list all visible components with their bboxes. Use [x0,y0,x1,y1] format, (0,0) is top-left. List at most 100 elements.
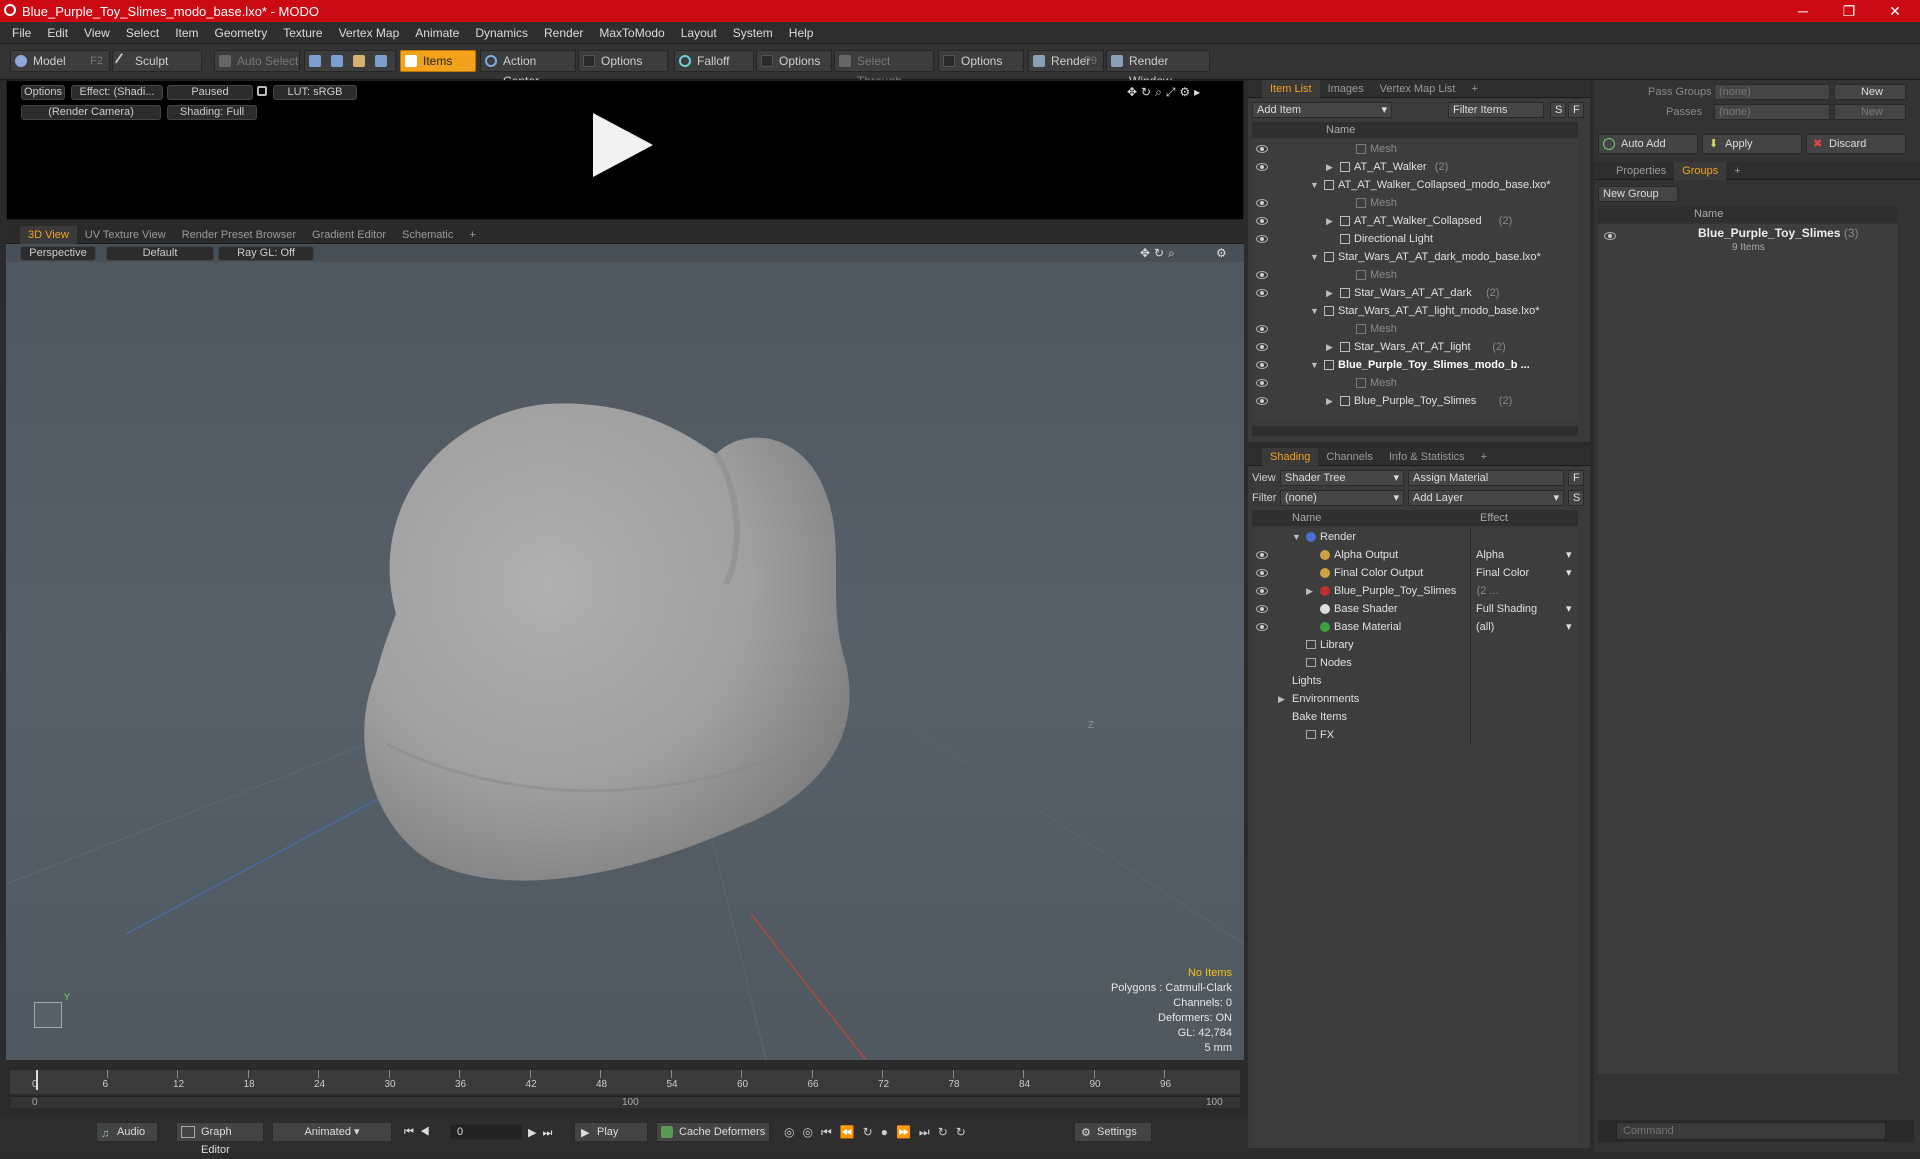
view-dropdown[interactable]: Shader Tree ▾ [1280,470,1404,486]
vertices-mode-icon[interactable] [309,55,321,67]
item-list-row[interactable]: ▼ AT_AT_Walker_Collapsed_modo_base.lxo* [1252,176,1578,194]
menu-vertex-map[interactable]: Vertex Map [331,26,408,40]
item-list-row[interactable]: Mesh [1252,320,1578,338]
visibility-eye-icon[interactable] [1256,343,1268,351]
play-icon[interactable] [593,113,653,177]
tab-info-statistics[interactable]: Info & Statistics [1381,448,1473,466]
play-button[interactable]: ▶ Play [574,1122,648,1142]
item-list-row[interactable]: ▼ Star_Wars_AT_AT_dark_modo_base.lxo* [1252,248,1578,266]
shading-f-button[interactable]: F [1568,470,1584,486]
filter-dropdown[interactable]: (none) ▾ [1280,490,1404,506]
item-f-button[interactable]: F [1568,102,1584,118]
transport-prev-icons[interactable]: ⏮◀ [404,1126,436,1139]
expand-arrow-icon[interactable]: ▶ [1326,212,1333,230]
add-tab-button[interactable]: + [1473,448,1495,466]
select-options-button[interactable]: Options [938,50,1024,72]
tab-groups[interactable]: Groups [1674,161,1727,180]
visibility-eye-icon[interactable] [1256,325,1268,333]
item-list-row[interactable]: ▶ Blue_Purple_Toy_Slimes (2) [1252,392,1578,410]
discard-button[interactable]: ✖ Discard [1806,134,1906,154]
timeline[interactable]: 0 6 12 18 24 30 36 42 48 54 60 66 72 78 84 90 96 0 100 1… [6,1066,1244,1112]
visibility-eye-icon[interactable] [1256,289,1268,297]
action-center-button[interactable]: Action Center [480,50,576,88]
menu-maxtomodo[interactable]: MaxToModo [591,26,672,40]
expand-arrow-icon[interactable]: ▶ [1326,158,1333,176]
item-list-row[interactable]: ▼ Star_Wars_AT_AT_light_modo_base.lxo* [1252,302,1578,320]
visibility-eye-icon[interactable] [1256,361,1268,369]
range-bar[interactable]: 0 100 100 [10,1096,1240,1108]
falloff-options-button[interactable]: Options [756,50,832,72]
shader-tree-row[interactable]: Base Shader Full Shading ▾ [1252,600,1578,618]
expand-arrow-icon[interactable]: ▶ [1306,582,1313,600]
item-list-row[interactable]: Mesh [1252,374,1578,392]
auto-select-button[interactable]: Auto Select [214,50,300,72]
effect-dropdown-icon[interactable]: ▾ [1566,546,1572,564]
menu-help[interactable]: Help [781,26,822,40]
tab-render-preset-browser[interactable]: Render Preset Browser [174,226,304,244]
expand-arrow-icon[interactable]: ▶ [1278,690,1285,708]
command-input[interactable] [1616,1122,1886,1140]
tab-vertex-map-list[interactable]: Vertex Map List [1372,80,1464,98]
effect-value[interactable]: Alpha [1476,546,1504,564]
render-button[interactable]: Render F9 [1028,50,1104,72]
item-list-scrollbar[interactable] [1252,426,1578,436]
transport-next-icons[interactable]: ▶⏭ [528,1126,558,1140]
shading-s-button[interactable]: S [1568,490,1584,506]
materials-mode-icon[interactable] [375,55,387,67]
sculpt-mode-button[interactable]: Sculpt [112,50,202,72]
menu-view[interactable]: View [76,26,118,40]
shader-tree-row[interactable]: Nodes [1252,654,1578,672]
viewport-settings-icon[interactable]: ⚙ [1216,246,1227,260]
effect-value[interactable]: Full Shading [1476,600,1537,618]
tab-3d-view[interactable]: 3D View [20,225,77,244]
lut-dropdown[interactable]: LUT: sRGB [273,85,357,100]
shader-tree-row[interactable]: ▶ Blue_Purple_Toy_Slimes (2 ... [1252,582,1578,600]
add-item-dropdown[interactable]: Add Item ▾ [1252,102,1392,118]
graph-editor-button[interactable]: Graph Editor [176,1122,264,1156]
shader-tree-row[interactable]: Lights [1252,672,1578,690]
visibility-eye-icon[interactable] [1256,623,1268,631]
frame-input[interactable]: 0 [450,1124,522,1140]
maximize-button[interactable]: ❐ [1826,0,1872,22]
visibility-eye-icon[interactable] [1256,235,1268,243]
tab-schematic[interactable]: Schematic [394,226,461,244]
new-pass-button[interactable]: New [1834,104,1906,120]
pass-groups-dropdown[interactable]: (none) [1714,84,1830,100]
tab-images[interactable]: Images [1320,80,1372,98]
visibility-eye-icon[interactable] [1256,199,1268,207]
effect-dropdown-icon[interactable]: ▾ [1566,618,1572,636]
item-list-row[interactable]: ▼ Blue_Purple_Toy_Slimes_modo_b ... [1252,356,1578,374]
tab-gradient-editor[interactable]: Gradient Editor [304,226,394,244]
effect-dropdown-icon[interactable]: ▾ [1566,600,1572,618]
visibility-eye-icon[interactable] [1256,163,1268,171]
shader-tree-row[interactable]: ▼ Render [1252,528,1578,546]
expand-arrow-icon[interactable]: ▼ [1310,302,1319,320]
item-list-row[interactable]: Mesh [1252,140,1578,158]
shader-tree-row[interactable]: Bake Items [1252,708,1578,726]
items-mode-button[interactable]: Items [400,50,476,72]
expand-arrow-icon[interactable]: ▶ [1326,284,1333,302]
key-tool-icons[interactable]: ◎◎⏮⏪↻●⏩⏭↻↻ [784,1125,974,1140]
animated-dropdown[interactable]: Animated ▾ [272,1122,392,1142]
default-dropdown[interactable]: Default [106,246,214,261]
add-tab-button[interactable]: + [1726,162,1748,180]
new-pass-group-button[interactable]: New [1834,84,1906,100]
item-list-row[interactable]: Mesh [1252,266,1578,284]
tab-channels[interactable]: Channels [1318,448,1380,466]
auto-add-button[interactable]: Auto Add [1598,134,1698,154]
assign-material-button[interactable]: Assign Material [1408,470,1564,486]
falloff-button[interactable]: Falloff [674,50,754,72]
tab-properties[interactable]: Properties [1608,162,1674,180]
visibility-eye-icon[interactable] [1256,605,1268,613]
expand-arrow-icon[interactable]: ▼ [1310,176,1319,194]
shader-tree-row[interactable]: FX [1252,726,1578,744]
tab-uv-texture-view[interactable]: UV Texture View [77,226,174,244]
shader-tree-row[interactable]: Final Color Output Final Color ▾ [1252,564,1578,582]
item-list-row[interactable]: ▶ Star_Wars_AT_AT_dark (2) [1252,284,1578,302]
render-camera-dropdown[interactable]: (Render Camera) [21,105,161,120]
expand-arrow-icon[interactable]: ▶ [1326,338,1333,356]
audio-button[interactable]: ♫ Audio [96,1122,158,1142]
tab-item-list[interactable]: Item List [1262,79,1320,98]
apply-button[interactable]: ⬇ Apply [1702,134,1802,154]
model-mode-button[interactable]: Model F2 [10,50,110,72]
